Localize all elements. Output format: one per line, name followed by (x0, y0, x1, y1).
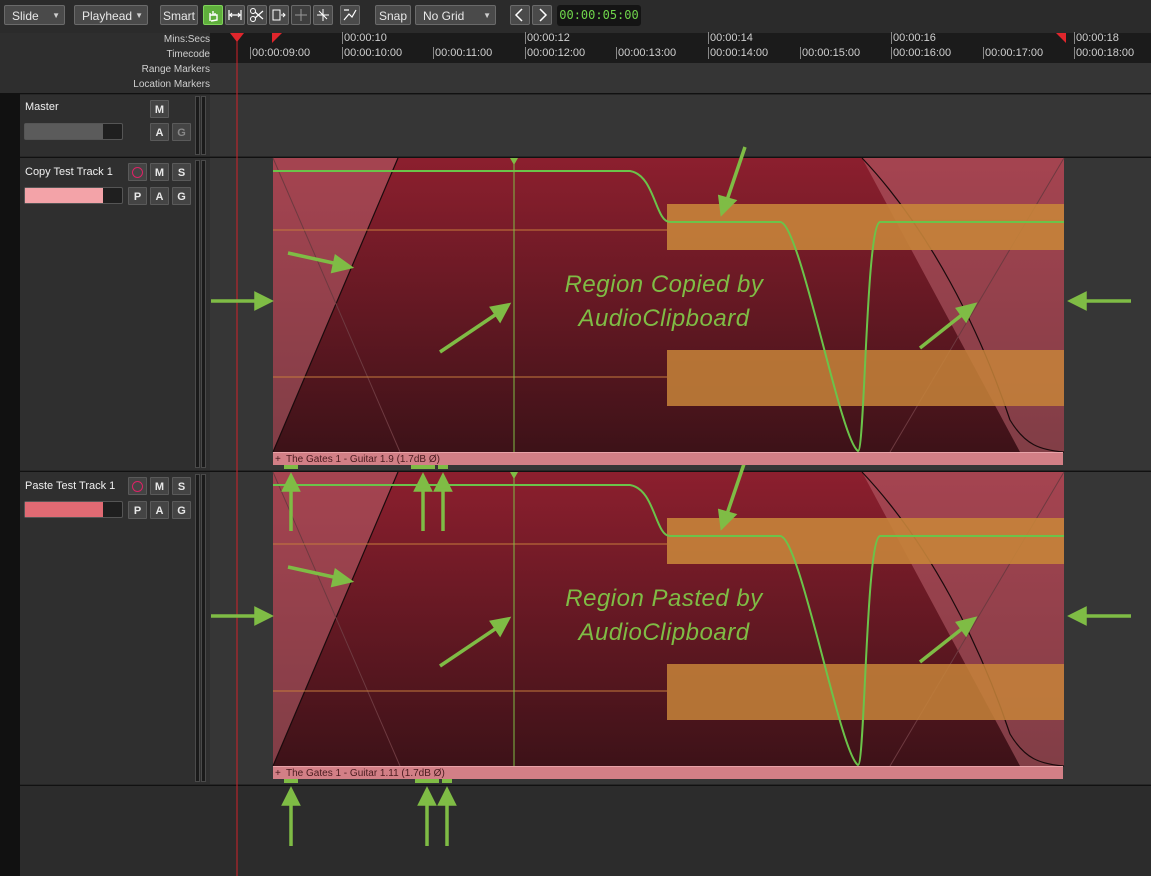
handle-marker (284, 465, 298, 469)
handle-marker (284, 779, 298, 783)
sync-point-icon: + (275, 454, 281, 465)
loop-end-marker[interactable] (1056, 33, 1066, 43)
copy-caption: Region Copied by AudioClipboard (504, 268, 824, 336)
caption-line: AudioClipboard (578, 619, 750, 646)
paste-caption: Region Pasted by AudioClipboard (504, 582, 824, 650)
handle-marker (415, 779, 439, 783)
handle-marker (411, 465, 435, 469)
paste-region-name-bar[interactable]: + The Gates 1 - Guitar 1.11 (1.7dB Ø) (273, 766, 1063, 779)
region-name-label: The Gates 1 - Guitar 1.11 (1.7dB Ø) (286, 768, 445, 779)
handle-marker (438, 465, 448, 469)
region-name-label: The Gates 1 - Guitar 1.9 (1.7dB Ø) (286, 454, 440, 465)
regions-canvas (211, 33, 1131, 876)
caption-line: AudioClipboard (578, 305, 750, 332)
sync-point-icon: + (275, 768, 281, 779)
copy-region-name-bar[interactable]: + The Gates 1 - Guitar 1.9 (1.7dB Ø) (273, 452, 1063, 465)
caption-line: Region Pasted by (565, 585, 763, 612)
playhead-marker[interactable] (230, 33, 244, 42)
caption-line: Region Copied by (564, 271, 764, 298)
handle-marker (442, 779, 452, 783)
loop-start-marker[interactable] (272, 33, 282, 43)
